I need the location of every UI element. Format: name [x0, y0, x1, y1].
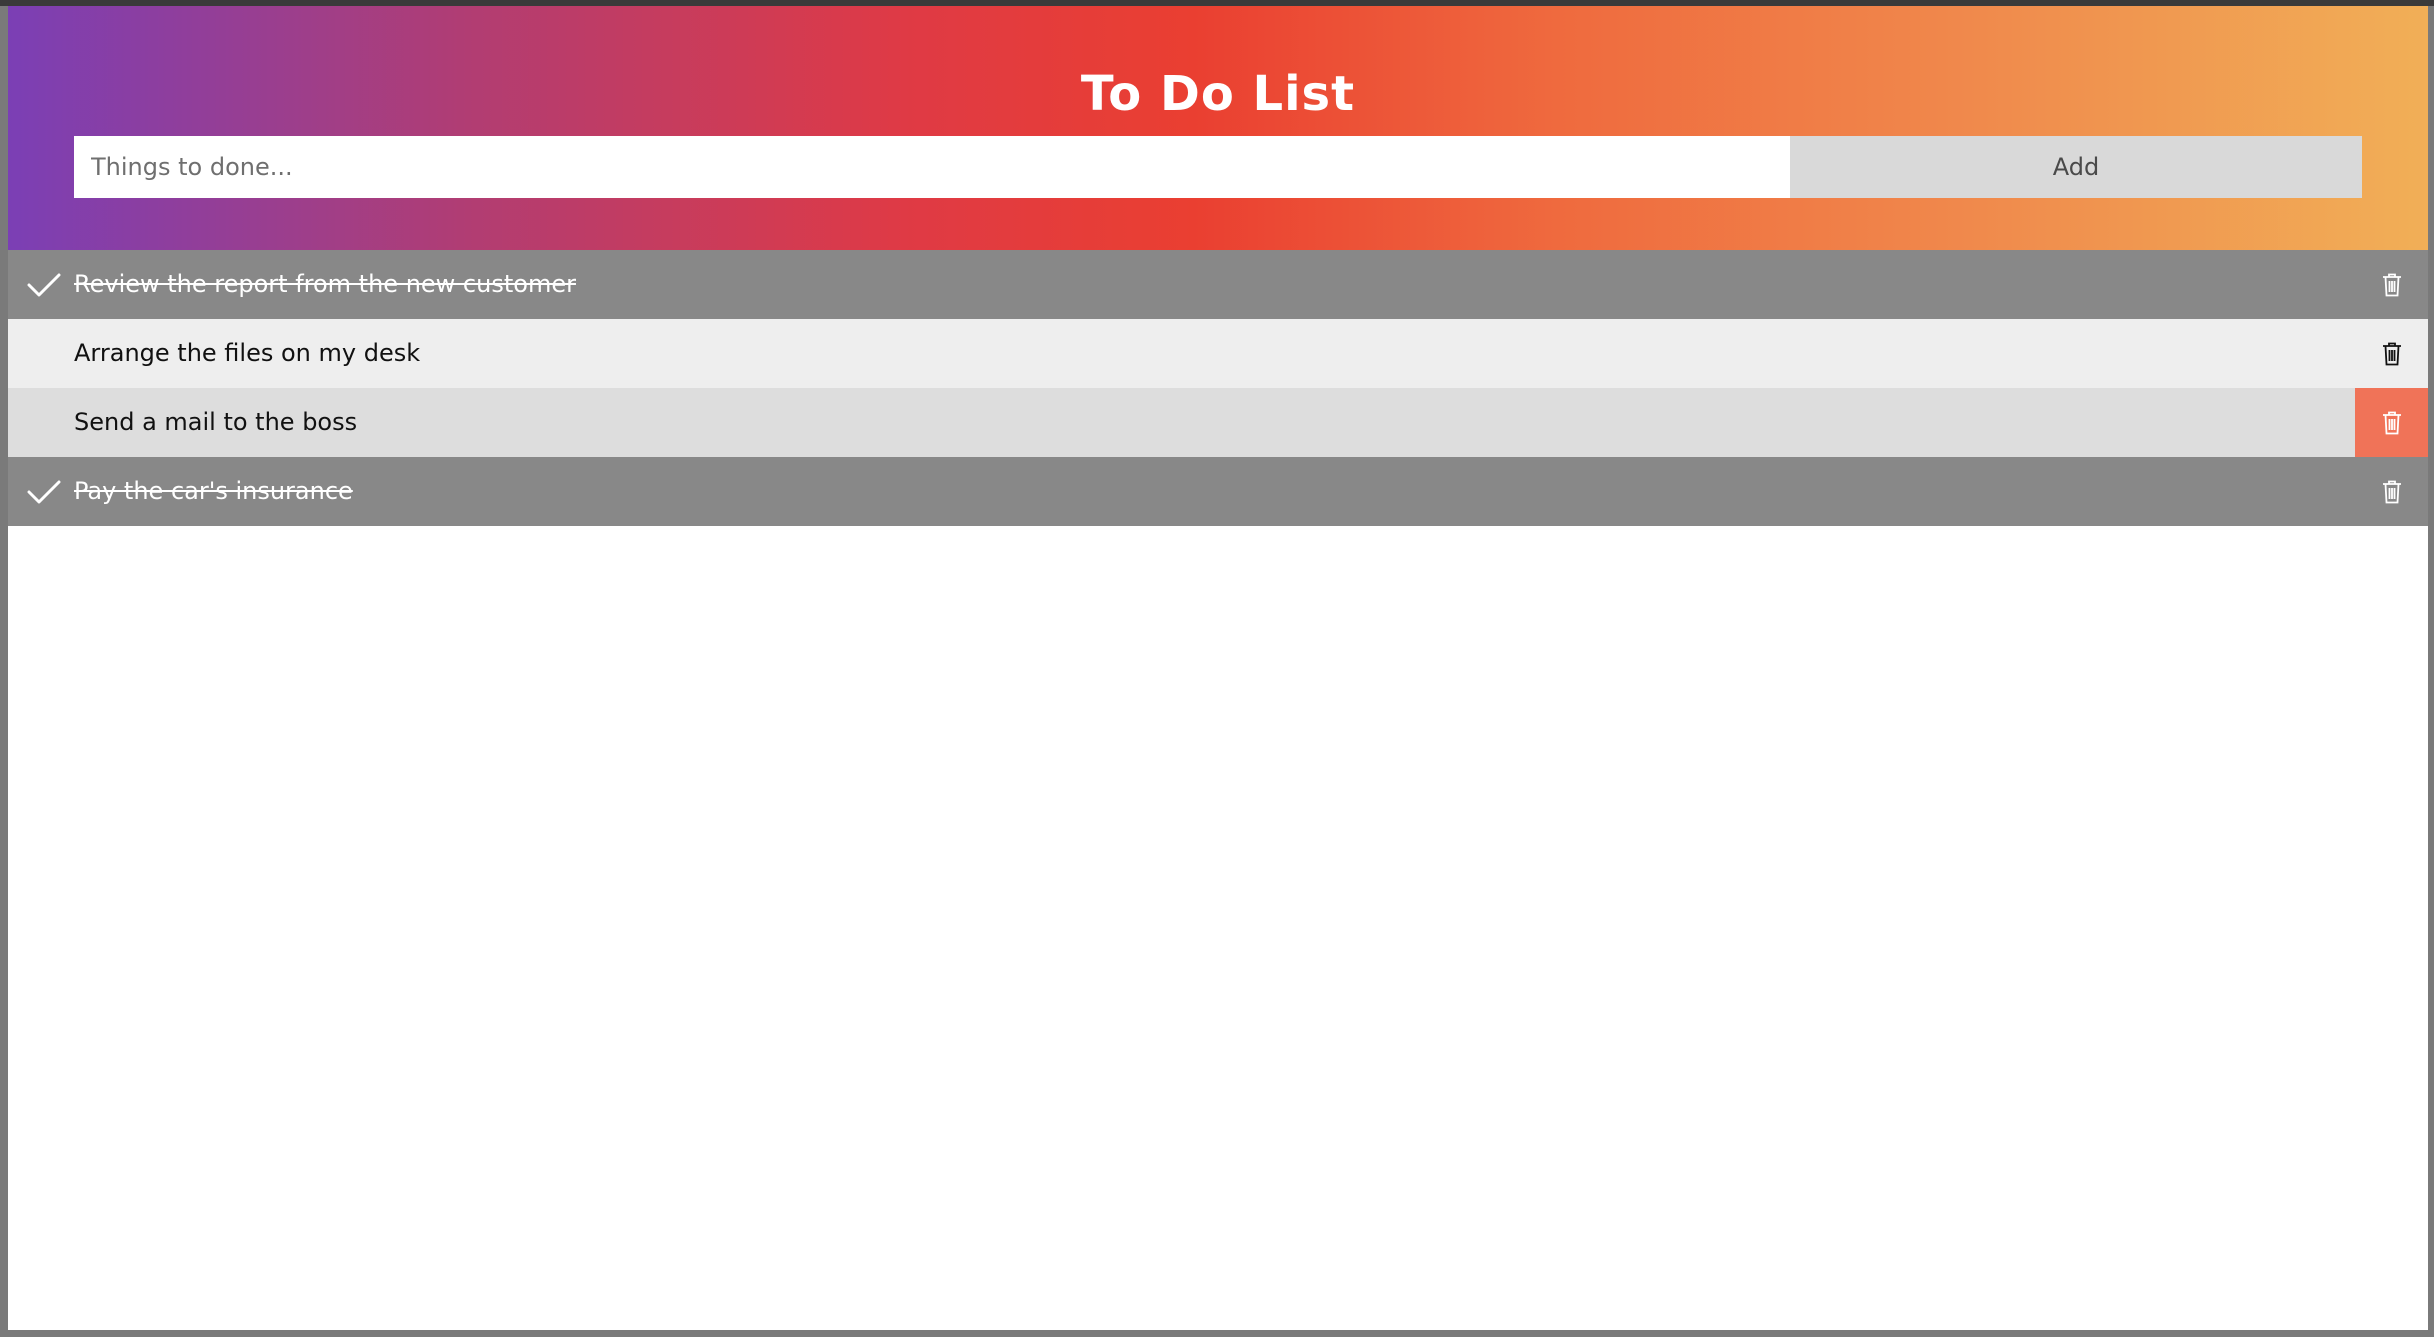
todo-item[interactable]: Pay the car's insurance	[8, 457, 2428, 526]
todo-item[interactable]: Send a mail to the boss	[8, 388, 2428, 457]
add-button[interactable]: Add	[1790, 136, 2362, 198]
page-title: To Do List	[1080, 66, 1356, 122]
todo-item[interactable]: Arrange the files on my desk	[8, 319, 2428, 388]
todo-text: Send a mail to the boss	[74, 408, 358, 436]
todo-input[interactable]	[74, 136, 1790, 198]
delete-button[interactable]	[2355, 388, 2428, 457]
todo-list: Review the report from the new customer …	[8, 250, 2428, 526]
check-icon	[27, 273, 61, 297]
todo-text: Review the report from the new customer	[74, 270, 576, 298]
trash-icon	[2382, 342, 2401, 365]
trash-icon	[2382, 273, 2401, 296]
trash-icon	[2382, 480, 2401, 503]
todo-text: Arrange the files on my desk	[74, 339, 421, 367]
app-window: To Do List Add Review the report from th…	[8, 6, 2428, 1330]
todo-text: Pay the car's insurance	[74, 477, 353, 505]
todo-item[interactable]: Review the report from the new customer	[8, 250, 2428, 319]
delete-button[interactable]	[2355, 250, 2428, 319]
check-icon	[27, 480, 61, 504]
add-todo-form: Add	[74, 136, 2362, 198]
header: To Do List Add	[8, 6, 2428, 250]
delete-button[interactable]	[2355, 319, 2428, 388]
trash-icon	[2382, 411, 2401, 434]
delete-button[interactable]	[2355, 457, 2428, 526]
